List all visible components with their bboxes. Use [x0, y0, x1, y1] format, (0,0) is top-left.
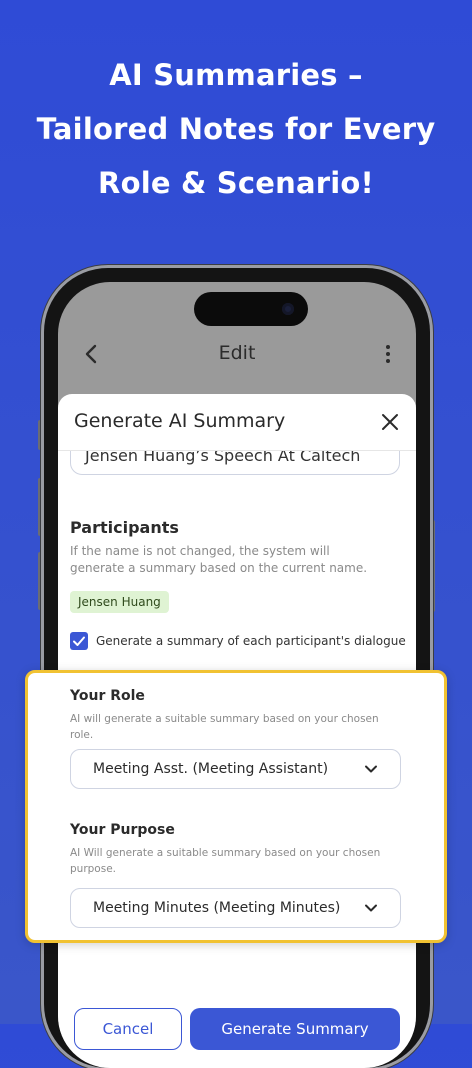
sheet-title: Generate AI Summary: [74, 410, 286, 432]
app-bar: Edit: [58, 334, 416, 374]
cancel-button[interactable]: Cancel: [74, 1008, 182, 1050]
dynamic-island: [194, 292, 308, 326]
purpose-description: AI Will generate a suitable summary base…: [70, 847, 381, 875]
role-select[interactable]: Meeting Asst. (Meeting Assistant): [70, 749, 401, 789]
participants-heading: Participants: [70, 518, 179, 537]
phone-volume-down-button: [38, 552, 43, 610]
close-icon[interactable]: [380, 412, 400, 432]
phone-frame: Edit Generate AI Summary Jensen Huang’s …: [44, 268, 430, 1068]
participant-dialogue-label: Generate a summary of each participant's…: [96, 634, 406, 648]
participant-dialogue-checkbox[interactable]: [70, 632, 88, 650]
role-heading: Your Role: [70, 688, 145, 704]
phone-action-button: [38, 420, 43, 450]
chevron-down-icon: [365, 904, 377, 912]
headline-line-3: Role & Scenario!: [98, 166, 374, 200]
sheet-actions: Cancel Generate Summary: [58, 1008, 416, 1068]
name-field-clip: Jensen Huang’s Speech At Caltech: [58, 451, 416, 491]
check-icon: [73, 636, 85, 646]
generate-summary-button[interactable]: Generate Summary: [190, 1008, 400, 1050]
participant-chip[interactable]: Jensen Huang: [70, 591, 169, 613]
phone-power-button: [430, 520, 435, 612]
phone-volume-up-button: [38, 478, 43, 536]
purpose-select-value: Meeting Minutes (Meeting Minutes): [93, 900, 341, 916]
chevron-down-icon: [365, 765, 377, 773]
role-description: AI will generate a suitable summary base…: [70, 713, 379, 741]
role-purpose-callout: Your Role AI will generate a suitable su…: [25, 670, 447, 943]
promo-headline: AI Summaries – Tailored Notes for Every …: [0, 48, 472, 210]
purpose-heading: Your Purpose: [70, 822, 175, 838]
headline-line-2: Tailored Notes for Every: [36, 112, 436, 146]
page-title: Edit: [218, 342, 256, 364]
summary-name-input[interactable]: Jensen Huang’s Speech At Caltech: [70, 451, 400, 475]
headline-line-1: AI Summaries –: [109, 58, 363, 92]
role-select-value: Meeting Asst. (Meeting Assistant): [93, 761, 329, 777]
participants-description: If the name is not changed, the system w…: [70, 544, 368, 575]
camera-icon: [282, 303, 294, 315]
purpose-select[interactable]: Meeting Minutes (Meeting Minutes): [70, 888, 401, 928]
more-icon[interactable]: [382, 342, 394, 366]
